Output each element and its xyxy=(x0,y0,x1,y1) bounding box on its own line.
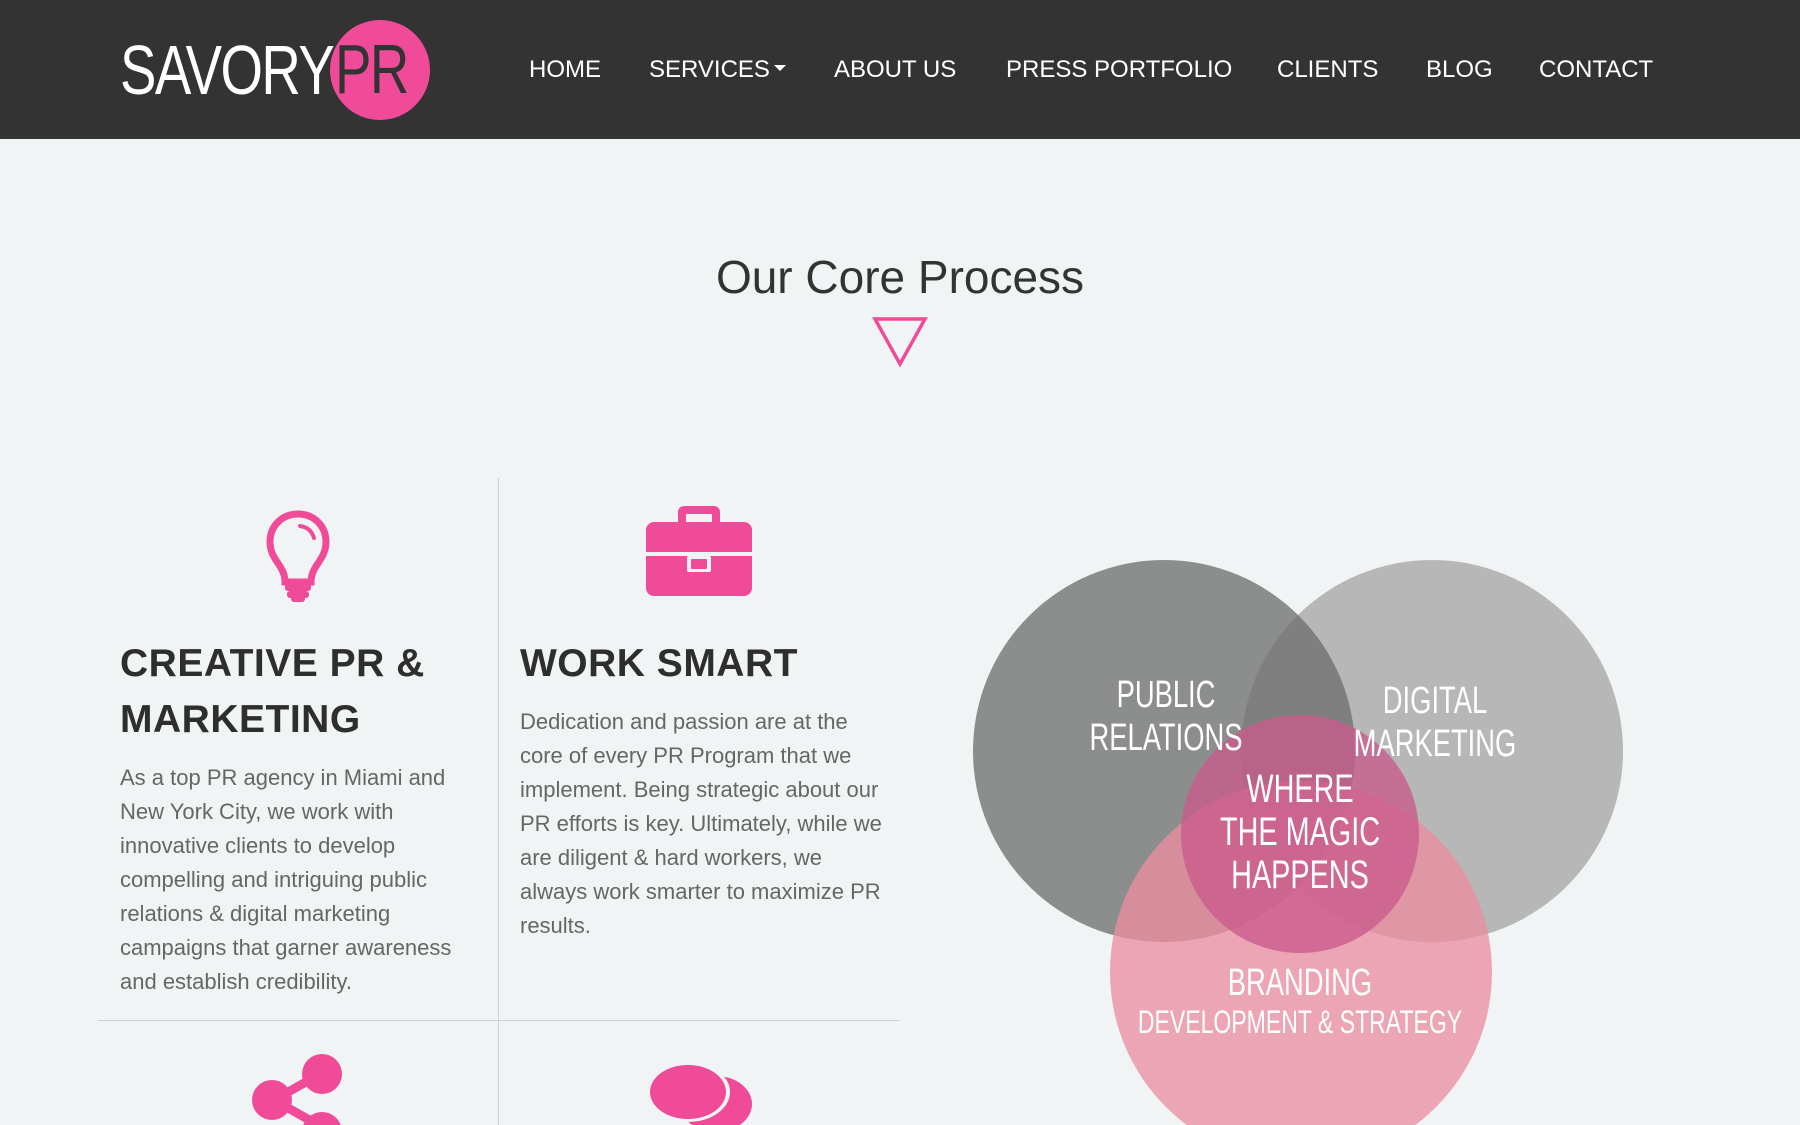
venn-label-line: PUBLIC xyxy=(1116,674,1216,716)
nav-services[interactable]: SERVICES xyxy=(649,50,786,90)
grid-divider-vertical xyxy=(498,478,499,1125)
nav-press-portfolio[interactable]: PRESS PORTFOLIO xyxy=(1006,50,1232,90)
down-triangle-icon xyxy=(872,317,928,368)
venn-label-digital-marketing: DIGITAL MARKETING xyxy=(1338,680,1532,765)
lightbulb-icon xyxy=(266,510,330,602)
venn-label-line: MARKETING xyxy=(1353,722,1517,765)
nav-home[interactable]: HOME xyxy=(529,50,601,90)
nav-clients[interactable]: CLIENTS xyxy=(1277,50,1378,90)
venn-label-line: WHERE xyxy=(1246,767,1354,811)
nav-contact[interactable]: CONTACT xyxy=(1539,50,1653,90)
card-heading-line: MARKETING xyxy=(120,698,361,741)
venn-label-line: BRANDING xyxy=(1227,962,1373,1004)
grid-divider-horizontal xyxy=(98,1020,900,1021)
venn-label-line: DEVELOPMENT & STRATEGY xyxy=(1137,1003,1463,1040)
section-title: Our Core Process xyxy=(715,251,1085,303)
venn-label-line: RELATIONS xyxy=(1089,716,1243,759)
card-heading-line: WORK SMART xyxy=(520,642,798,685)
caret-down-icon xyxy=(773,64,786,71)
card-text-creative: As a top PR agency in Miami and New York… xyxy=(120,765,452,994)
share-icon xyxy=(252,1054,342,1125)
nav-services-label: SERVICES xyxy=(649,56,770,83)
card-heading-line: CREATIVE PR & xyxy=(120,642,425,685)
venn-label-line: HAPPENS xyxy=(1231,853,1369,898)
venn-diagram: PUBLIC RELATIONS DIGITAL MARKETING WHERE… xyxy=(960,550,1640,1125)
card-heading-creative: CREATIVE PR & MARKETING xyxy=(120,636,480,748)
chat-bubbles-icon xyxy=(646,1062,752,1125)
site-header: SAVORY PR HOME SERVICES ABOUT US PRESS P… xyxy=(0,0,1800,139)
venn-label-center: WHERE THE MAGIC HAPPENS xyxy=(1199,767,1401,898)
venn-label-public-relations: PUBLIC RELATIONS xyxy=(1072,674,1259,759)
card-text-work-smart: Dedication and passion are at the core o… xyxy=(520,709,882,938)
venn-label-line: THE MAGIC xyxy=(1219,810,1380,855)
venn-label-line: DIGITAL xyxy=(1382,680,1488,722)
nav-about-us[interactable]: ABOUT US xyxy=(834,50,956,90)
card-heading-work-smart: WORK SMART xyxy=(520,636,880,692)
briefcase-icon xyxy=(646,506,752,596)
main-nav: HOME SERVICES ABOUT US PRESS PORTFOLIO C… xyxy=(0,50,1800,90)
nav-blog[interactable]: BLOG xyxy=(1426,50,1493,90)
venn-label-branding: BRANDING DEVELOPMENT & STRATEGY xyxy=(1120,962,1480,1040)
